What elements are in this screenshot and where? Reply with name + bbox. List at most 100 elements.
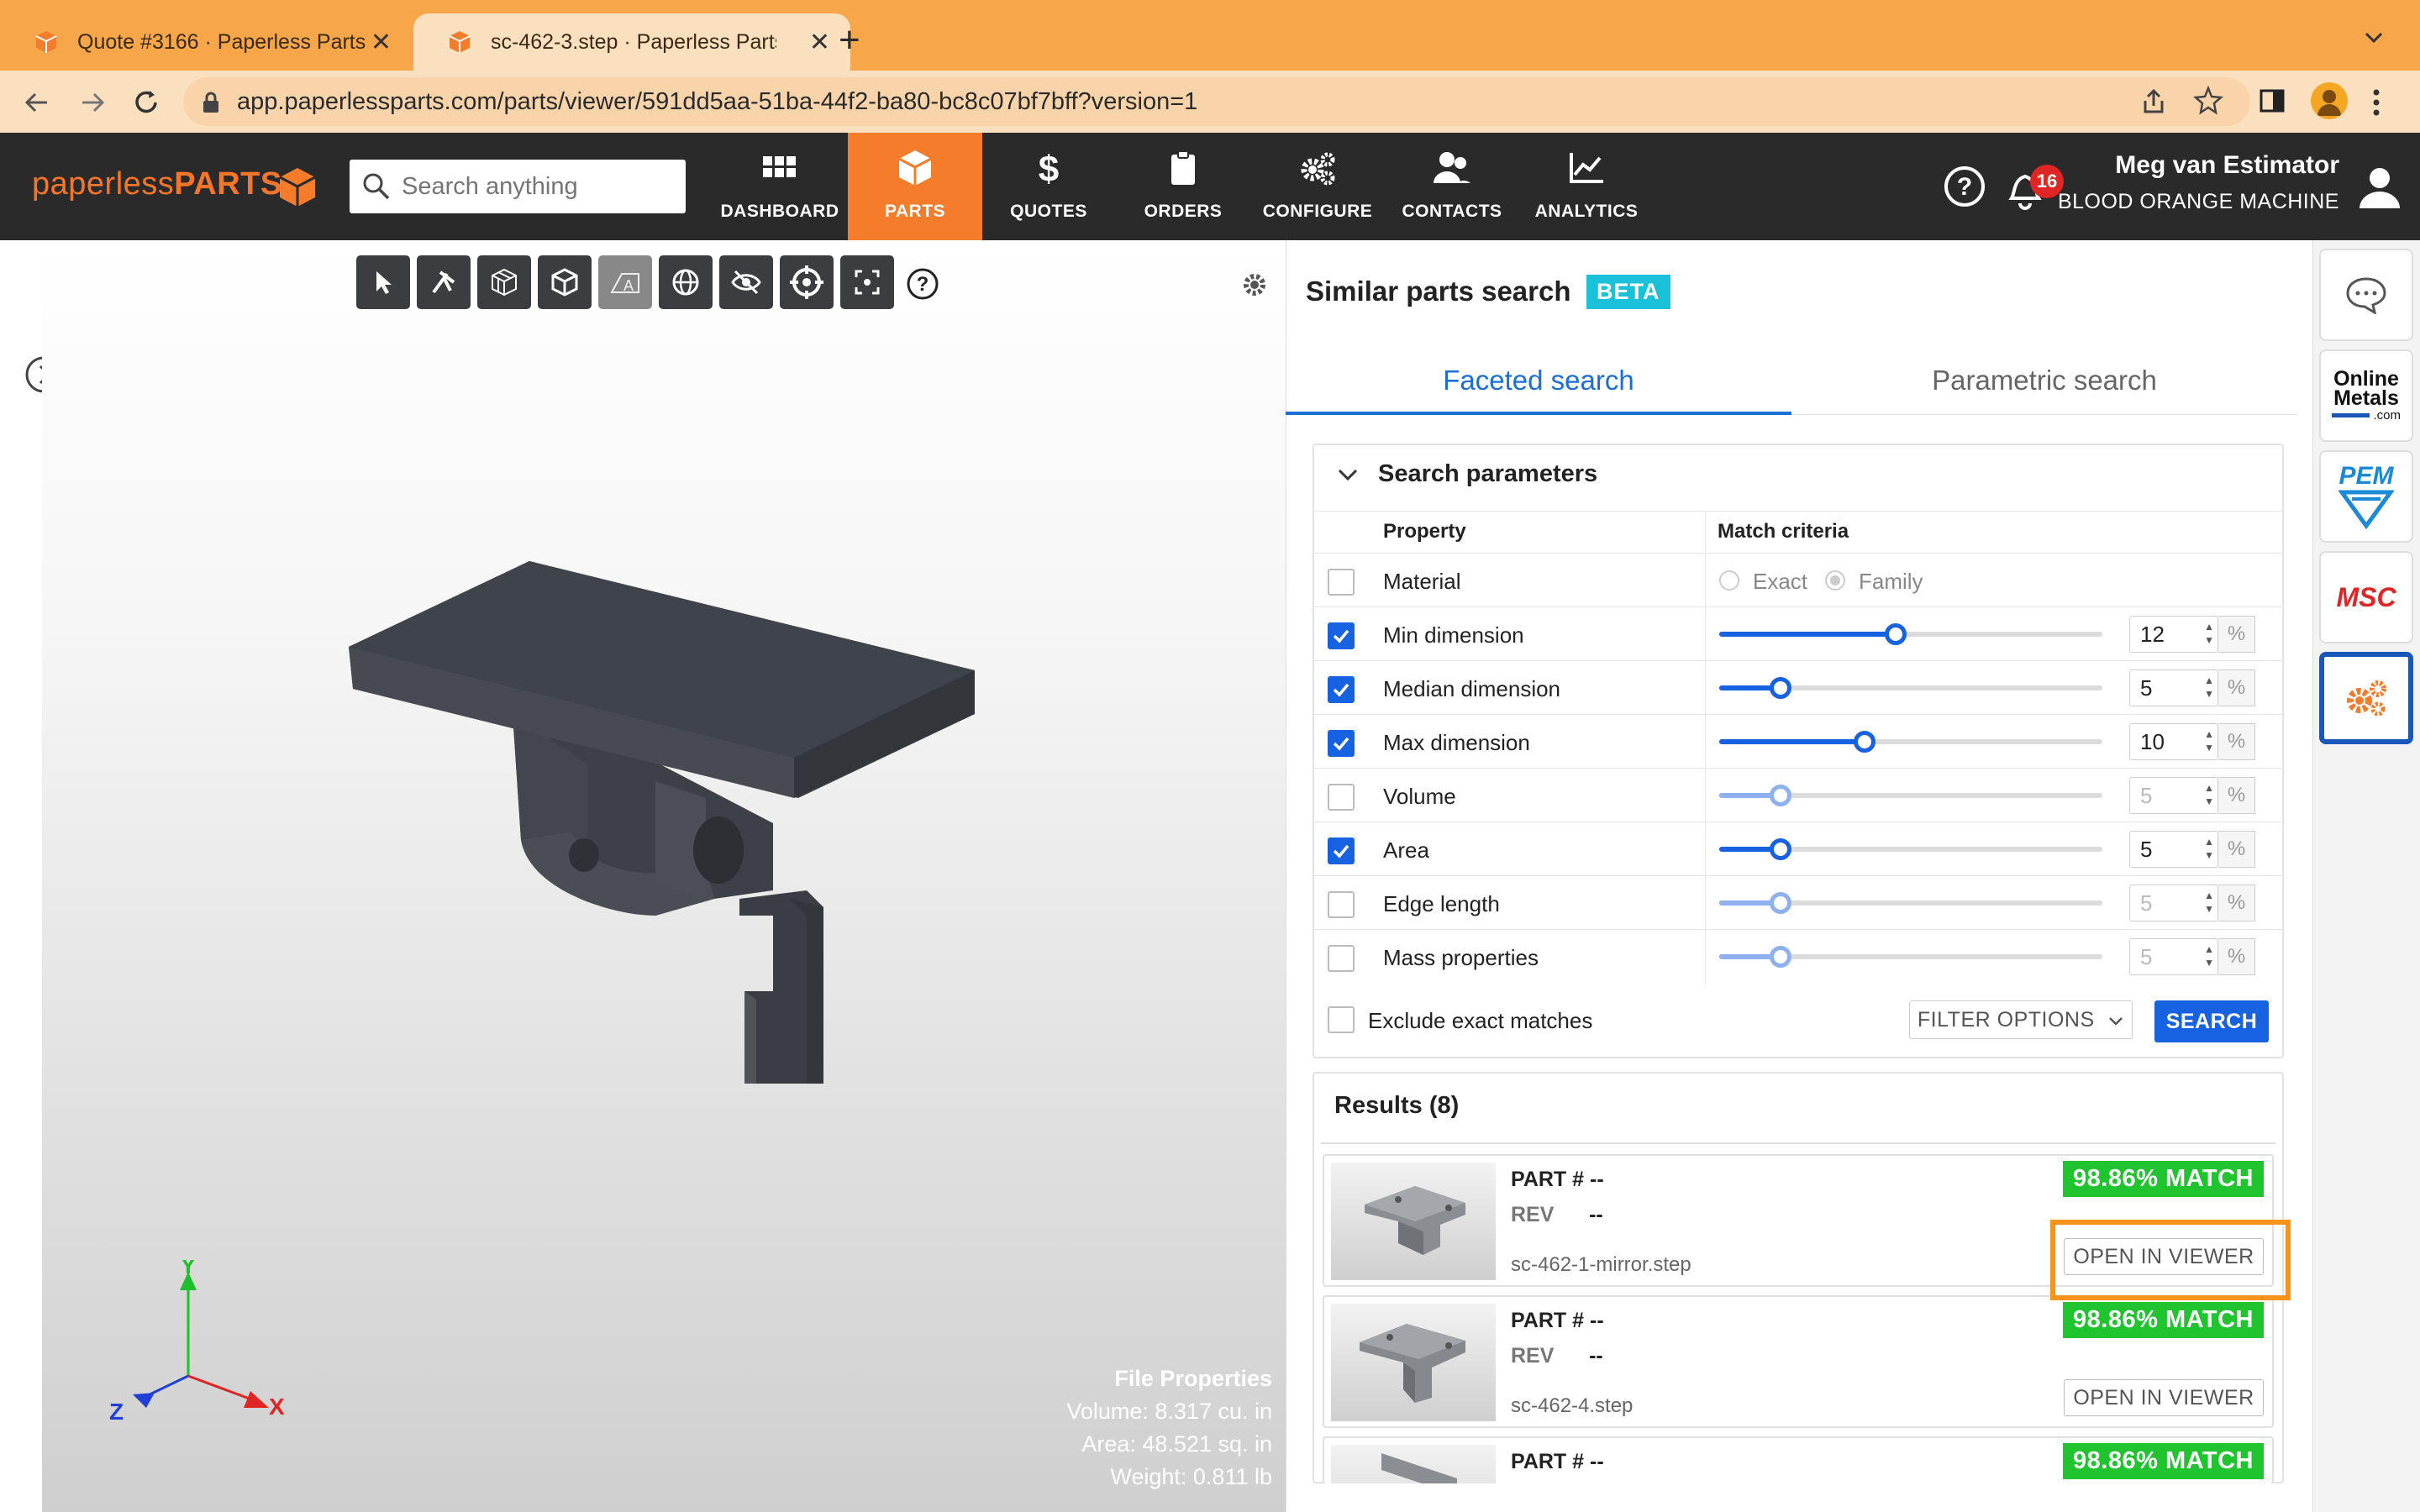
param-checkbox[interactable] — [1328, 837, 1355, 864]
exact-radio[interactable] — [1719, 570, 1739, 591]
profile-avatar[interactable] — [2311, 82, 2348, 119]
chat-button[interactable] — [2319, 249, 2413, 341]
param-slider[interactable] — [1719, 946, 2102, 968]
stepper-arrows-icon[interactable]: ▲ ▼ — [2204, 889, 2214, 916]
param-value-input[interactable]: 12 ▲ ▼ — [2129, 616, 2218, 653]
param-slider[interactable] — [1719, 838, 2102, 860]
nav-analytics[interactable]: ANALYTICS — [1519, 133, 1654, 240]
nav-quotes[interactable]: $ QUOTES — [981, 133, 1116, 240]
new-tab-button[interactable]: + — [839, 18, 860, 62]
param-value-input[interactable]: 5 ▲ ▼ — [2129, 938, 2218, 975]
tab-faceted-search[interactable]: Faceted search — [1286, 346, 1791, 415]
slider-handle[interactable] — [1770, 785, 1791, 806]
search-parameters-header[interactable]: Search parameters — [1336, 460, 1597, 488]
url-text[interactable]: app.paperlessparts.com/parts/viewer/591d… — [237, 84, 1197, 119]
tab-parametric-search[interactable]: Parametric search — [1791, 346, 2297, 415]
sidebar-toggle-icon[interactable] — [2259, 87, 2286, 114]
solid-view-button[interactable] — [538, 255, 592, 309]
param-value-input[interactable]: 5 ▲ ▼ — [2129, 777, 2218, 814]
measure-tool-button[interactable] — [417, 255, 471, 309]
filter-options-button[interactable]: FILTER OPTIONS — [1909, 1000, 2133, 1039]
select-tool-button[interactable] — [356, 255, 410, 309]
nav-parts[interactable]: PARTS — [848, 133, 982, 240]
share-icon[interactable] — [2139, 87, 2168, 116]
param-value-input[interactable]: 5 ▲ ▼ — [2129, 831, 2218, 868]
user-avatar-icon[interactable] — [2358, 165, 2402, 210]
chevron-down-icon[interactable] — [2361, 25, 2386, 50]
nav-configure[interactable]: CONFIGURE — [1250, 133, 1385, 240]
star-icon[interactable] — [2193, 86, 2223, 116]
annotation-tool-button[interactable]: A — [598, 255, 652, 309]
exclude-exact-checkbox[interactable] — [1328, 1006, 1355, 1033]
crosshair-icon — [790, 265, 823, 299]
slider-handle[interactable] — [1770, 892, 1791, 914]
param-checkbox[interactable] — [1328, 622, 1355, 649]
wireframe-tool-button[interactable] — [477, 255, 531, 309]
search-button[interactable]: SEARCH — [2154, 1000, 2269, 1042]
col-property-header: Property — [1383, 520, 1466, 543]
viewer-settings-gear-icon[interactable] — [1240, 270, 1269, 299]
kebab-menu-icon[interactable] — [2371, 87, 2381, 118]
slider-handle[interactable] — [1770, 946, 1791, 968]
stepper-arrows-icon[interactable]: ▲ ▼ — [2204, 835, 2214, 862]
param-slider[interactable] — [1719, 785, 2102, 806]
msc-button[interactable]: MSC — [2319, 551, 2413, 643]
help-icon[interactable]: ? — [1943, 165, 1986, 208]
percent-suffix: % — [2218, 669, 2255, 706]
param-slider[interactable] — [1719, 623, 2102, 645]
paperless-logo[interactable]: paperlessPARTS — [32, 166, 282, 202]
nav-contacts[interactable]: CONTACTS — [1385, 133, 1519, 240]
param-checkbox[interactable] — [1328, 676, 1355, 703]
back-icon[interactable] — [20, 86, 54, 119]
stepper-arrows-icon[interactable]: ▲ ▼ — [2204, 674, 2214, 701]
param-checkbox[interactable] — [1328, 730, 1355, 757]
param-row: Min dimension 12 ▲ ▼% — [1314, 606, 2282, 661]
result-card[interactable]: PART # -- 98.86% MATCH — [1323, 1436, 2274, 1483]
param-checkbox[interactable] — [1328, 891, 1355, 918]
stepper-arrows-icon[interactable]: ▲ ▼ — [2204, 781, 2214, 808]
part-thumbnail-image — [1365, 1186, 1465, 1255]
param-value-input[interactable]: 5 ▲ ▼ — [2129, 885, 2218, 921]
stepper-arrows-icon[interactable]: ▲ ▼ — [2204, 620, 2214, 647]
online-metals-button[interactable]: Online Metals .com — [2319, 349, 2413, 442]
param-slider[interactable] — [1719, 892, 2102, 914]
param-checkbox[interactable] — [1328, 945, 1355, 972]
browser-tab-active[interactable]: sc-462-3.step · Paperless Parts ✕ — [413, 13, 850, 71]
user-info[interactable]: Meg van Estimator BLOOD ORANGE MACHINE — [2058, 151, 2339, 214]
viewer-help-icon[interactable]: ? — [906, 267, 939, 301]
param-checkbox[interactable] — [1328, 784, 1355, 811]
slider-handle[interactable] — [1770, 677, 1791, 699]
stepper-arrows-icon[interactable]: ▲ ▼ — [2204, 727, 2214, 754]
slider-handle[interactable] — [1854, 731, 1876, 753]
fit-view-button[interactable] — [840, 255, 894, 309]
nav-dashboard[interactable]: DASHBOARD — [713, 133, 847, 240]
material-checkbox[interactable] — [1328, 569, 1355, 596]
center-tool-button[interactable] — [780, 255, 834, 309]
volume-value: Volume: 8.317 cu. in — [1066, 1399, 1272, 1424]
open-in-viewer-button[interactable]: OPEN IN VIEWER — [2064, 1379, 2264, 1416]
reload-icon[interactable] — [129, 86, 163, 119]
param-value-input[interactable]: 10 ▲ ▼ — [2129, 723, 2218, 760]
close-tab-icon[interactable]: ✕ — [809, 28, 830, 57]
svg-text:?: ? — [917, 273, 929, 296]
param-value-input[interactable]: 5 ▲ ▼ — [2129, 669, 2218, 706]
result-card[interactable]: PART # -- REV -- sc-462-4.step 98.86% MA… — [1323, 1295, 2274, 1428]
slider-fill — [1719, 739, 1865, 744]
user-name: Meg van Estimator — [2115, 151, 2339, 179]
stepper-arrows-icon[interactable]: ▲ ▼ — [2204, 942, 2214, 969]
search-input[interactable] — [402, 172, 671, 201]
slider-handle[interactable] — [1770, 838, 1791, 860]
browser-tab[interactable]: Quote #3166 · Paperless Parts ✕ — [0, 13, 412, 71]
hide-tool-button[interactable] — [719, 255, 773, 309]
param-slider[interactable] — [1719, 731, 2102, 753]
globe-view-button[interactable] — [659, 255, 713, 309]
param-slider[interactable] — [1719, 677, 2102, 699]
family-radio[interactable] — [1825, 570, 1845, 591]
close-tab-icon[interactable]: ✕ — [371, 28, 392, 57]
global-search-field[interactable] — [350, 160, 686, 213]
configure-integrations-button[interactable] — [2319, 652, 2413, 744]
forward-icon[interactable] — [76, 86, 109, 119]
nav-orders[interactable]: ORDERS — [1116, 133, 1250, 240]
slider-handle[interactable] — [1885, 623, 1907, 645]
pem-button[interactable]: PEM — [2319, 450, 2413, 543]
